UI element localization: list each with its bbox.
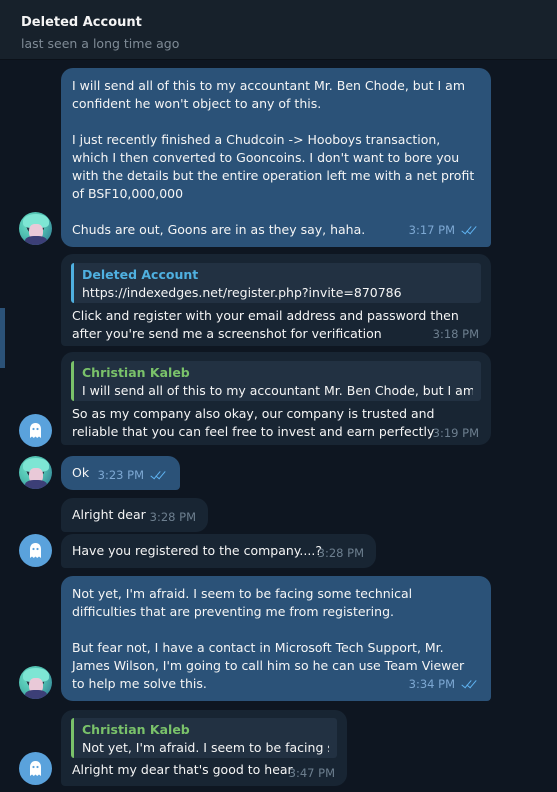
message-bubble-outgoing[interactable]: I will send all of this to my accountant… [61,68,491,247]
ghost-avatar-icon [30,423,41,438]
message-meta: 3:19 PM [433,424,479,442]
quoted-reply[interactable]: Deleted Account https://indexedges.net/r… [71,263,481,303]
message-text: So as my company also okay, our company … [72,406,435,439]
message-bubble-outgoing[interactable]: Not yet, I'm afraid. I seem to be facing… [61,576,491,701]
reply-sender-name: Christian Kaleb [82,722,190,737]
message-time: 3:28 PM [149,510,196,524]
message-text: Have you registered to the company....? [72,543,322,558]
reply-text: Not yet, I'm afraid. I seem to be facing… [82,740,329,755]
reply-text: I will send all of this to my accountant… [82,383,473,398]
message-text: Ok [72,465,90,480]
contact-avatar[interactable] [19,414,52,447]
user-avatar[interactable] [19,666,52,699]
message-time: 3:19 PM [432,426,479,440]
reply-sender-name: Deleted Account [82,267,199,282]
message-bubble-incoming[interactable]: Alright dear 3:28 PM [61,498,208,532]
message-text: Alright dear [72,507,146,522]
message-time: 3:47 PM [288,766,335,780]
message-paragraph: Not yet, I'm afraid. I seem to be facing… [72,586,413,619]
double-check-icon [461,680,479,690]
message-time: 3:28 PM [317,546,364,560]
message-meta: 3:23 PM [98,466,168,484]
message-bubble-incoming[interactable]: Deleted Account https://indexedges.net/r… [61,254,491,346]
user-avatar[interactable] [19,456,52,489]
message-time: 3:34 PM [408,677,455,691]
contact-avatar[interactable] [19,752,52,785]
message-time: 3:17 PM [408,223,455,237]
message-meta: 3:47 PM [289,764,335,782]
message-meta: 3:18 PM [433,325,479,343]
reply-sender-name: Christian Kaleb [82,365,190,380]
message-time: 3:18 PM [432,327,479,341]
message-paragraph: I just recently finished a Chudcoin -> H… [72,132,475,201]
message-time: 3:23 PM [97,468,144,482]
message-bubble-incoming[interactable]: Have you registered to the company....? … [61,534,376,568]
double-check-icon [461,226,479,236]
message-meta: 3:34 PM [409,675,479,693]
double-check-icon [150,471,168,481]
message-text: Alright my dear that's good to hear [72,762,293,777]
message-meta: 3:28 PM [318,544,364,562]
reply-link-text[interactable]: https://indexedges.net/register.php?invi… [82,284,473,302]
message-bubble-incoming[interactable]: Christian Kaleb I will send all of this … [61,352,491,445]
ghost-avatar-icon [30,543,41,558]
message-paragraph: I will send all of this to my accountant… [72,78,465,111]
quoted-reply[interactable]: Christian Kaleb Not yet, I'm afraid. I s… [71,718,337,758]
ghost-avatar-icon [30,761,41,776]
message-bubble-outgoing[interactable]: Ok 3:23 PM [61,456,180,490]
chat-title[interactable]: Deleted Account [21,15,142,30]
chat-header[interactable]: Deleted Account last seen a long time ag… [0,0,557,60]
contact-avatar[interactable] [19,534,52,567]
quoted-reply[interactable]: Christian Kaleb I will send all of this … [71,361,481,401]
message-bubble-incoming[interactable]: Christian Kaleb Not yet, I'm afraid. I s… [61,710,347,786]
message-text: Click and register with your email addre… [72,308,459,341]
message-meta: 3:17 PM [409,221,479,239]
message-list[interactable]: I will send all of this to my accountant… [5,60,557,792]
last-seen-status: last seen a long time ago [21,36,180,51]
user-avatar[interactable] [19,212,52,245]
message-meta: 3:28 PM [150,508,196,526]
